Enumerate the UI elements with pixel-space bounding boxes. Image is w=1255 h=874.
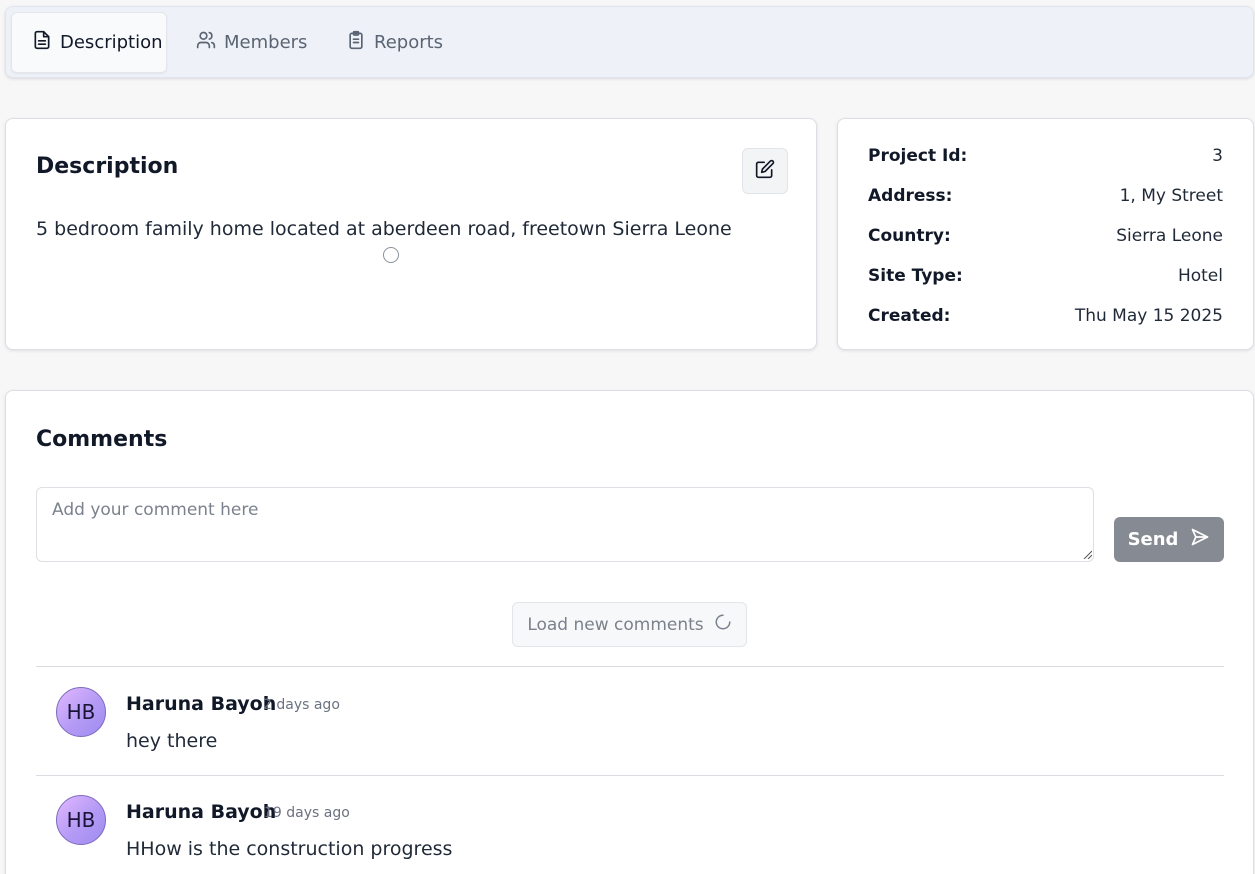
info-value: 1, My Street: [1119, 186, 1223, 206]
info-label: Country:: [868, 226, 951, 246]
info-row-project-id: Project Id: 3: [868, 144, 1223, 168]
edit-description-button[interactable]: [742, 148, 788, 194]
project-info-card: Project Id: 3 Address: 1, My Street Coun…: [837, 118, 1254, 350]
info-label: Project Id:: [868, 146, 968, 166]
info-row-created: Created: Thu May 15 2025: [868, 304, 1223, 328]
document-icon: [32, 30, 52, 55]
send-icon: [1190, 527, 1210, 552]
comment-input[interactable]: [36, 487, 1094, 562]
info-value: Sierra Leone: [1116, 226, 1223, 246]
load-new-comments-button[interactable]: Load new comments: [512, 602, 747, 647]
comment-author: Haruna Bayoh: [126, 693, 277, 715]
info-row-site-type: Site Type: Hotel: [868, 264, 1223, 288]
comment-time: 2 days ago: [263, 697, 340, 713]
send-button[interactable]: Send: [1114, 517, 1224, 562]
tab-label: Description: [60, 32, 163, 53]
description-card: Description 5 bedroom family home locate…: [5, 118, 817, 350]
description-title: Description: [36, 154, 179, 179]
comments-title: Comments: [36, 427, 168, 452]
info-label: Created:: [868, 306, 951, 326]
avatar: HB: [56, 795, 106, 845]
description-text: 5 bedroom family home located at aberdee…: [36, 218, 732, 240]
resize-handle-icon[interactable]: [1082, 549, 1092, 559]
comment-text: hey there: [126, 730, 218, 752]
comment-time: 19 days ago: [264, 805, 350, 821]
tab-reports[interactable]: Reports: [326, 12, 456, 73]
comment-text: HHow is the construction progress: [126, 838, 453, 860]
comment-item: HB Haruna Bayoh 19 days ago HHow is the …: [36, 775, 1224, 874]
spinner-icon: [714, 613, 732, 636]
info-row-country: Country: Sierra Leone: [868, 224, 1223, 248]
avatar: HB: [56, 687, 106, 737]
clipboard-icon: [346, 30, 366, 55]
info-row-address: Address: 1, My Street: [868, 184, 1223, 208]
loading-indicator-icon: [383, 247, 399, 263]
info-value: Hotel: [1177, 266, 1223, 286]
info-label: Address:: [868, 186, 953, 206]
comment-item: HB Haruna Bayoh 2 days ago hey there: [36, 667, 1224, 775]
comment-author: Haruna Bayoh: [126, 801, 277, 823]
tab-label: Members: [224, 32, 308, 53]
comments-card: Comments Send Load new comments HB Harun…: [5, 390, 1254, 874]
info-label: Site Type:: [868, 266, 963, 286]
tab-members[interactable]: Members: [176, 12, 326, 73]
send-label: Send: [1127, 529, 1179, 550]
load-label: Load new comments: [527, 614, 704, 635]
tab-description[interactable]: Description: [11, 12, 167, 73]
info-value: Thu May 15 2025: [1074, 306, 1223, 326]
users-icon: [196, 30, 216, 55]
info-value: 3: [1212, 146, 1223, 166]
edit-icon: [755, 159, 775, 183]
tab-bar: Description Members Reports: [5, 6, 1254, 78]
tab-label: Reports: [374, 32, 444, 53]
